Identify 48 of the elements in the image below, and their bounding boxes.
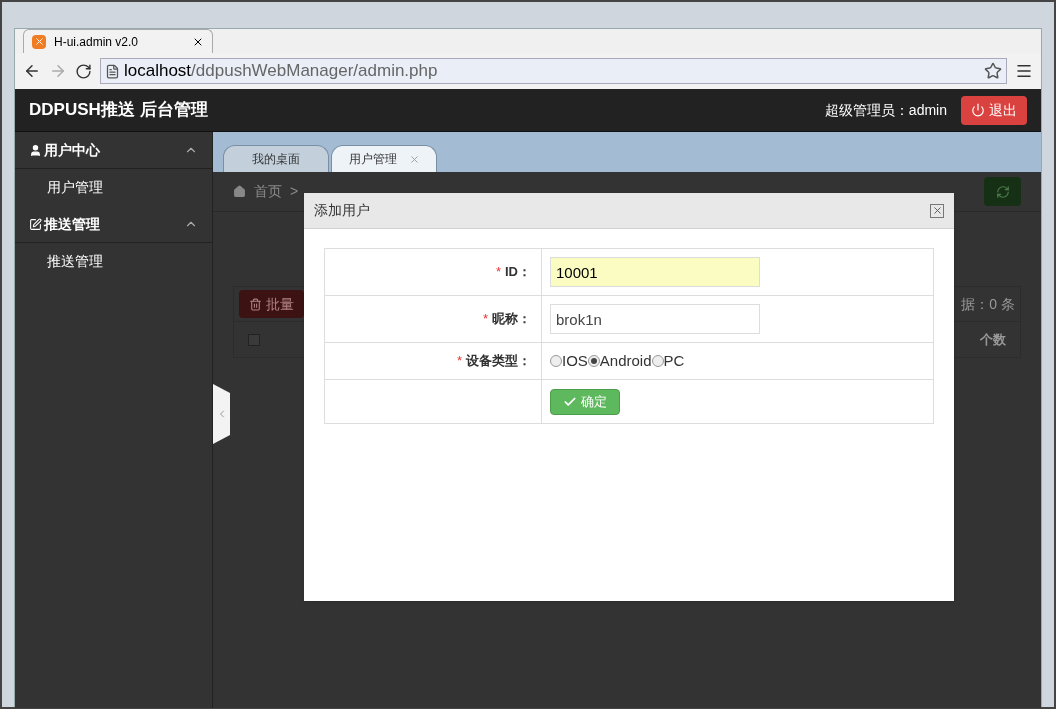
field-label: 设备类型： xyxy=(466,352,531,371)
sidebar-group[interactable]: 推送管理 xyxy=(15,206,212,243)
page-tab[interactable]: 我的桌面 xyxy=(223,145,329,172)
home-icon xyxy=(233,185,246,198)
radio-option[interactable]: IOS xyxy=(550,349,588,373)
radio-button[interactable] xyxy=(550,355,562,367)
bulk-delete-button[interactable]: 批量 xyxy=(239,290,304,318)
radio-button[interactable] xyxy=(587,355,600,367)
logout-button[interactable]: 退出 xyxy=(961,95,1027,125)
app-icon xyxy=(32,34,46,49)
sidebar-group[interactable]: 用户中心 xyxy=(15,132,212,169)
page-tab[interactable]: 用户管理 xyxy=(331,145,437,172)
brand-title: DDPUSH推送 后台管理 xyxy=(29,99,208,122)
url-text: localhost/ddpushWebManager/admin.php xyxy=(124,60,439,83)
dialog-title: 添加用户 xyxy=(314,201,370,220)
field-label: ID： xyxy=(505,263,531,282)
field-label: 昵称： xyxy=(492,310,531,329)
user-icon xyxy=(29,143,42,157)
radio-button[interactable] xyxy=(651,355,664,367)
reload-icon[interactable] xyxy=(75,62,92,80)
breadcrumb-link[interactable]: 首页 xyxy=(254,181,282,202)
back-icon[interactable] xyxy=(23,62,41,80)
address-bar[interactable]: localhost/ddpushWebManager/admin.php xyxy=(100,58,1007,84)
radio-option[interactable]: Android xyxy=(587,349,652,373)
required-mark: * xyxy=(495,263,501,282)
breadcrumb-separator: > xyxy=(290,182,299,201)
sidebar-item[interactable]: 推送管理 xyxy=(15,243,212,280)
page-icon xyxy=(105,63,120,79)
refresh-icon xyxy=(995,184,1010,199)
trash-icon xyxy=(249,297,262,311)
column-header: 个数 xyxy=(980,330,1006,349)
user-label: 超级管理员：admin xyxy=(824,100,947,120)
close-icon xyxy=(931,205,943,216)
edit-icon xyxy=(29,217,42,231)
text-field[interactable]: brok1n xyxy=(550,304,760,334)
required-mark: * xyxy=(482,310,488,329)
tab-title: H-ui.admin v2.0 xyxy=(54,33,140,51)
power-icon xyxy=(971,103,985,117)
count-text: 据：0 条 xyxy=(961,294,1015,314)
close-button[interactable] xyxy=(930,203,944,218)
sidebar-item[interactable]: 用户管理 xyxy=(15,169,212,206)
browser-tab[interactable]: H-ui.admin v2.0 xyxy=(23,29,213,53)
menu-icon[interactable] xyxy=(1015,62,1033,80)
text-field[interactable]: 10001 xyxy=(550,257,760,287)
required-mark: * xyxy=(456,352,462,371)
radio-option[interactable]: PC xyxy=(651,349,685,373)
star-icon[interactable] xyxy=(984,62,1002,80)
checkbox[interactable] xyxy=(248,333,260,346)
